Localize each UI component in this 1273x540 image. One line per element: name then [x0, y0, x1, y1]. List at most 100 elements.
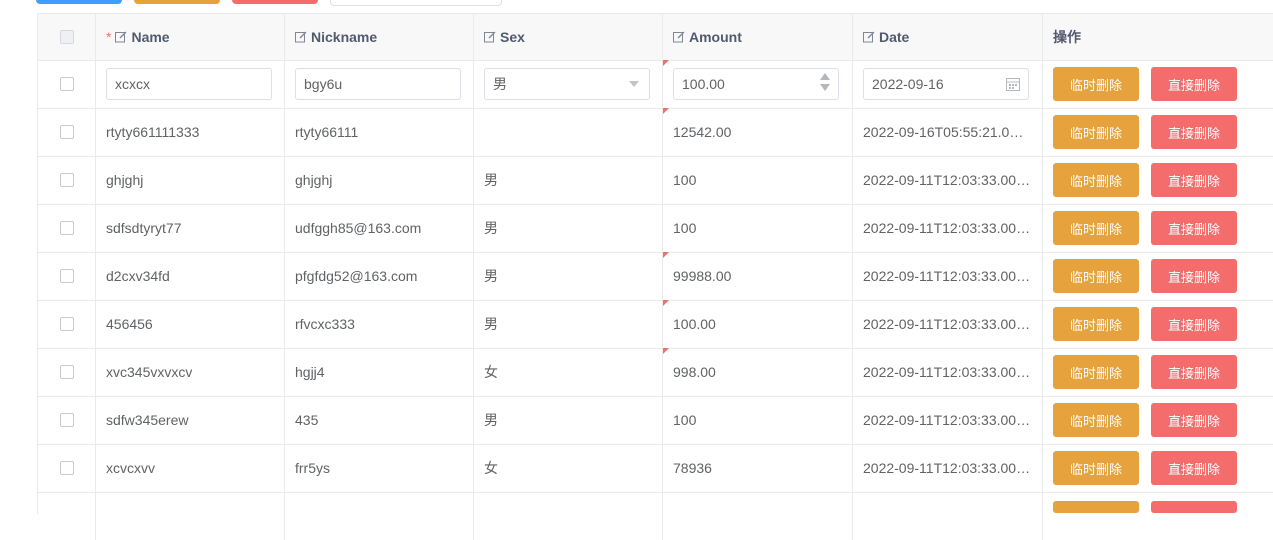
amount-cell[interactable]: 99988.00: [663, 252, 853, 300]
amount-cell: [663, 492, 853, 540]
sex-cell: 男: [474, 60, 663, 108]
date-cell[interactable]: 2022-09-11T12:03:33.000Z: [853, 348, 1043, 396]
name-cell[interactable]: sdfsdtyryt77: [96, 204, 285, 252]
date-cell[interactable]: 2022-09-11T12:03:33.000Z: [853, 396, 1043, 444]
direct-delete-button[interactable]: 直接删除: [1151, 307, 1237, 341]
nickname-cell[interactable]: rtyty66111: [285, 108, 474, 156]
temp-delete-button[interactable]: 临时删除: [1053, 307, 1139, 341]
date-cell: 2022-09-16: [853, 60, 1043, 108]
row-checkbox[interactable]: [59, 77, 74, 91]
sex-cell[interactable]: 女: [474, 444, 663, 492]
temp-delete-button[interactable]: 临时删除: [1053, 451, 1139, 485]
temp-delete-button[interactable]: 临时删除: [1053, 211, 1139, 245]
select-all-checkbox[interactable]: [59, 30, 74, 44]
toolbar-danger-button[interactable]: [232, 0, 318, 4]
sex-cell[interactable]: 男: [474, 396, 663, 444]
header-name[interactable]: * Name: [96, 14, 285, 60]
date-input-value: 2022-09-16: [872, 76, 944, 92]
nickname-cell[interactable]: hgjj4: [285, 348, 474, 396]
arrow-down-icon[interactable]: [820, 84, 830, 91]
calendar-icon[interactable]: [1006, 77, 1020, 91]
temp-delete-button[interactable]: 临时删除: [1053, 259, 1139, 293]
row-checkbox[interactable]: [59, 413, 74, 427]
name-cell[interactable]: sdfw345erew: [96, 396, 285, 444]
date-cell[interactable]: 2022-09-11T12:03:33.000Z: [853, 156, 1043, 204]
row-checkbox[interactable]: [59, 125, 74, 139]
sex-cell[interactable]: 男: [474, 204, 663, 252]
direct-delete-button[interactable]: 直接删除: [1151, 451, 1237, 485]
amount-cell[interactable]: 100: [663, 156, 853, 204]
table-row: d2cxv34fd pfgfdg52@163.com 男 99988.00 20…: [38, 252, 1273, 301]
temp-delete-button[interactable]: 临时删除: [1053, 163, 1139, 197]
sex-cell: [474, 492, 663, 540]
header-sex[interactable]: Sex: [474, 14, 663, 60]
temp-delete-button[interactable]: 临时删除: [1053, 403, 1139, 437]
nickname-cell[interactable]: pfgfdg52@163.com: [285, 252, 474, 300]
amount-cell[interactable]: 998.00: [663, 348, 853, 396]
sex-cell[interactable]: [474, 108, 663, 156]
sex-cell[interactable]: 女: [474, 348, 663, 396]
name-cell[interactable]: rtyty661111333: [96, 108, 285, 156]
direct-delete-button[interactable]: 直接删除: [1151, 259, 1237, 293]
row-checkbox[interactable]: [59, 173, 74, 187]
row-checkbox[interactable]: [59, 461, 74, 475]
row-checkbox[interactable]: [59, 317, 74, 331]
toolbar-search-input[interactable]: [330, 0, 502, 6]
amount-cell[interactable]: 100: [663, 396, 853, 444]
row-checkbox-cell: [38, 60, 96, 108]
name-cell[interactable]: ghjghj: [96, 156, 285, 204]
amount-cell[interactable]: 78936: [663, 444, 853, 492]
nickname-cell[interactable]: 435: [285, 396, 474, 444]
arrow-up-icon[interactable]: [820, 73, 830, 80]
name-cell[interactable]: 456456: [96, 300, 285, 348]
header-date-label: Date: [879, 29, 910, 45]
toolbar-warning-button[interactable]: [134, 0, 220, 4]
sex-cell[interactable]: 男: [474, 156, 663, 204]
amount-cell[interactable]: 100.00: [663, 300, 853, 348]
direct-delete-button[interactable]: 直接删除: [1151, 163, 1237, 197]
date-cell[interactable]: 2022-09-11T12:03:33.000Z: [853, 204, 1043, 252]
row-checkbox[interactable]: [59, 269, 74, 283]
name-cell[interactable]: d2cxv34fd: [96, 252, 285, 300]
amount-cell[interactable]: 100: [663, 204, 853, 252]
sex-select[interactable]: 男: [484, 68, 650, 100]
date-picker[interactable]: 2022-09-16: [863, 68, 1029, 100]
amount-cell[interactable]: 12542.00: [663, 108, 853, 156]
date-cell[interactable]: 2022-09-11T12:03:33.000Z: [853, 444, 1043, 492]
edit-icon: [863, 31, 875, 43]
row-checkbox[interactable]: [59, 221, 74, 235]
header-nickname[interactable]: Nickname: [285, 14, 474, 60]
direct-delete-button[interactable]: 直接删除: [1151, 355, 1237, 389]
row-checkbox[interactable]: [59, 365, 74, 379]
direct-delete-button[interactable]: 直接删除: [1151, 67, 1237, 101]
temp-delete-button[interactable]: 临时删除: [1053, 67, 1139, 101]
sex-cell[interactable]: 男: [474, 300, 663, 348]
header-amount[interactable]: Amount: [663, 14, 853, 60]
header-date[interactable]: Date: [853, 14, 1043, 60]
direct-delete-button[interactable]: 直接删除: [1151, 211, 1237, 245]
date-cell[interactable]: 2022-09-16T05:55:21.000Z: [853, 108, 1043, 156]
nickname-cell[interactable]: frr5ys: [285, 444, 474, 492]
date-cell[interactable]: 2022-09-11T12:03:33.000Z: [853, 252, 1043, 300]
name-input[interactable]: xcxcx: [106, 68, 272, 100]
direct-delete-button[interactable]: 直接删除: [1151, 403, 1237, 437]
sex-cell[interactable]: 男: [474, 252, 663, 300]
temp-delete-button[interactable]: 临时删除: [1053, 355, 1139, 389]
temp-delete-button[interactable]: 临时删除: [1053, 115, 1139, 149]
row-checkbox-cell: [38, 396, 96, 444]
nickname-cell[interactable]: rfvcxc333: [285, 300, 474, 348]
toolbar-primary-button[interactable]: [36, 0, 122, 4]
nickname-input[interactable]: bgy6u: [295, 68, 461, 100]
direct-delete-button[interactable]: 直接删除: [1151, 115, 1237, 149]
date-cell[interactable]: 2022-09-11T12:03:33.000Z: [853, 300, 1043, 348]
nickname-cell[interactable]: udfggh85@163.com: [285, 204, 474, 252]
nickname-cell[interactable]: ghjghj: [285, 156, 474, 204]
row-checkbox-cell: [38, 300, 96, 348]
amount-cell: 100.00: [663, 60, 853, 108]
header-actions: 操作: [1043, 14, 1273, 60]
stepper-arrows[interactable]: [820, 73, 830, 91]
name-cell[interactable]: xvc345vxvxcv: [96, 348, 285, 396]
row-checkbox-cell: [38, 156, 96, 204]
name-cell[interactable]: xcvcxvv: [96, 444, 285, 492]
amount-stepper[interactable]: 100.00: [673, 68, 839, 100]
